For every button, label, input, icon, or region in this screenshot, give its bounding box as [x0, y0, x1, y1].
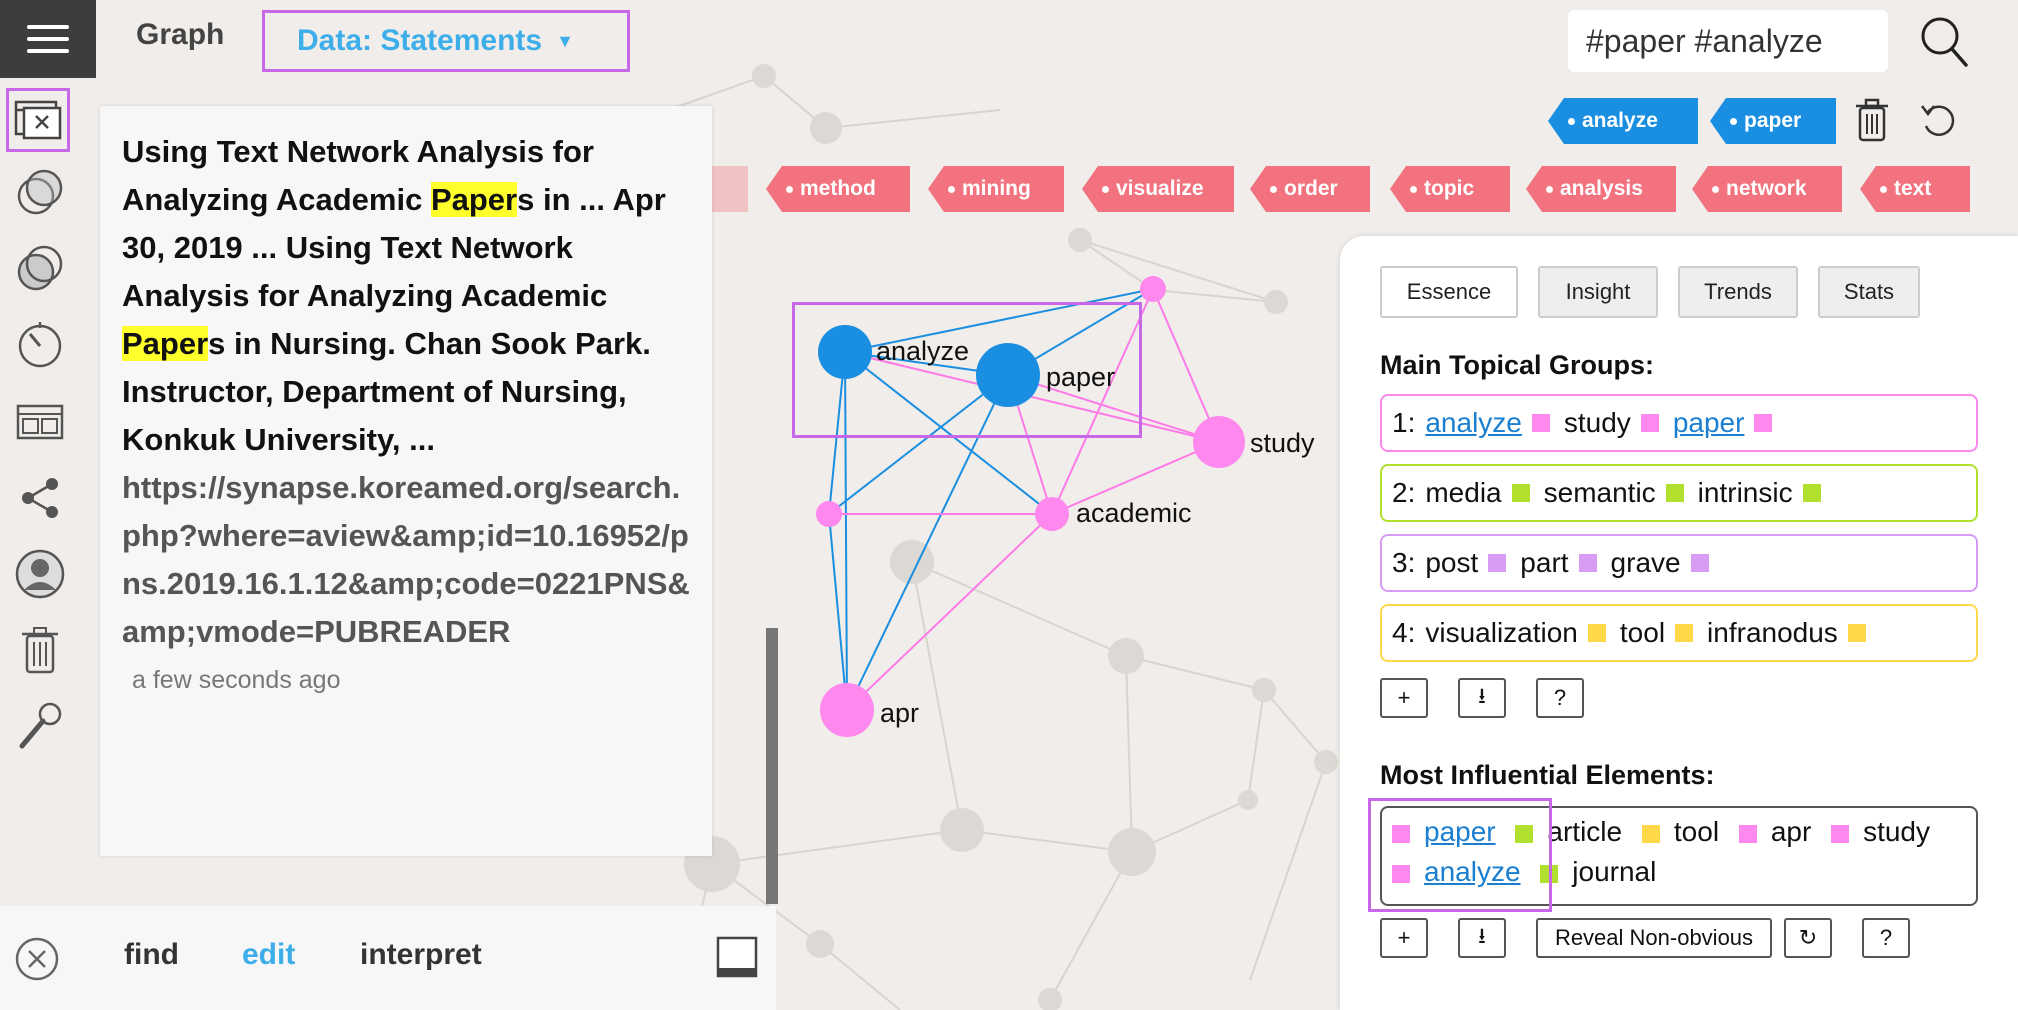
statement-timestamp: a few seconds ago [132, 666, 341, 694]
groups-help-button[interactable]: ? [1536, 678, 1584, 718]
tab-stats[interactable]: Stats [1818, 266, 1920, 318]
compare-circles-icon[interactable] [14, 242, 66, 294]
color-square [1488, 554, 1507, 572]
topical-group-1[interactable]: 1: analyze study paper [1380, 394, 1978, 452]
group-word: infranodus [1707, 617, 1838, 648]
group-word: tool [1619, 617, 1666, 648]
group-word: study [1563, 407, 1631, 438]
caret-down-icon: ▼ [556, 30, 574, 51]
topic-chip-mining[interactable]: mining [928, 166, 1064, 212]
influential-word: article [1547, 816, 1623, 847]
search-input[interactable]: #paper #analyze [1568, 10, 1888, 72]
influential-word: apr [1770, 816, 1812, 847]
node-label-study[interactable]: study [1250, 428, 1315, 459]
color-square [1587, 624, 1606, 642]
influential-word: journal [1572, 856, 1657, 887]
color-square [1578, 554, 1597, 572]
group-word: media [1425, 477, 1502, 508]
tab-graph[interactable]: Graph [136, 18, 224, 52]
topical-group-4[interactable]: 4: visualization tool infranodus [1380, 604, 1978, 662]
group-word: part [1520, 547, 1569, 578]
add-influential-button[interactable]: + [1380, 918, 1428, 958]
overlap-circles-icon[interactable] [14, 166, 66, 218]
most-influential-title: Most Influential Elements: [1380, 760, 1715, 790]
group-word: visualization [1425, 617, 1578, 648]
topic-chip-order[interactable]: order [1250, 166, 1370, 212]
color-square [1847, 624, 1866, 642]
topic-chip-network[interactable]: network [1692, 166, 1842, 212]
tab-essence[interactable]: Essence [1380, 266, 1518, 318]
statement-card[interactable]: Using Text Network Analysis for Analyzin… [100, 106, 712, 856]
topical-group-2[interactable]: 2: media semantic intrinsic [1380, 464, 1978, 522]
tab-trends[interactable]: Trends [1678, 266, 1798, 318]
color-square [1640, 414, 1659, 432]
trash-icon[interactable] [1854, 98, 1890, 142]
statement-url[interactable]: https://synapse.koreamed.org/search.php?… [122, 464, 694, 656]
filter-chip-analyze[interactable]: analyze [1548, 98, 1698, 144]
group-word-link[interactable]: analyze [1425, 407, 1522, 439]
color-square [1802, 484, 1821, 502]
trash-icon[interactable] [14, 624, 66, 676]
color-square [1738, 824, 1757, 843]
microphone-icon[interactable] [14, 700, 66, 752]
color-square [1665, 484, 1684, 502]
influential-word: study [1863, 816, 1931, 847]
color-square [1690, 554, 1709, 572]
influential-word: tool [1673, 816, 1720, 847]
topic-chip-method[interactable]: method [766, 166, 910, 212]
search-highlight: Paper [122, 326, 209, 361]
statements-window-icon[interactable] [6, 88, 70, 152]
influential-selection-box [1368, 798, 1552, 912]
gauge-icon[interactable] [14, 318, 66, 370]
download-influential-button[interactable]: ⭳ [1458, 918, 1506, 958]
main-topical-groups-title: Main Topical Groups: [1380, 350, 1655, 380]
group-word: semantic [1543, 477, 1656, 508]
color-square [1511, 484, 1530, 502]
statement-title: Using Text Network Analysis for Analyzin… [122, 134, 666, 457]
group-word: intrinsic [1697, 477, 1793, 508]
group-word: post [1425, 547, 1479, 578]
topic-chip-topic[interactable]: topic [1390, 166, 1510, 212]
graph-selection-box [792, 302, 1142, 438]
filter-chip-paper[interactable]: paper [1710, 98, 1836, 144]
panel-toggle-icon[interactable] [716, 936, 758, 978]
tab-edit[interactable]: edit [242, 938, 295, 972]
node-label-academic[interactable]: academic [1076, 498, 1192, 529]
topical-group-3[interactable]: 3: post part grave [1380, 534, 1978, 592]
tab-insight[interactable]: Insight [1538, 266, 1658, 318]
refresh-button[interactable]: ↻ [1784, 918, 1832, 958]
node-label-apr[interactable]: apr [880, 698, 919, 729]
layout-grid-icon[interactable] [14, 396, 66, 448]
undo-icon[interactable] [1918, 100, 1960, 140]
add-group-button[interactable]: + [1380, 678, 1428, 718]
color-square [1831, 824, 1850, 843]
topic-chip-analysis[interactable]: analysis [1526, 166, 1676, 212]
scrollbar[interactable] [766, 628, 778, 904]
tab-interpret[interactable]: interpret [360, 938, 482, 972]
user-avatar-icon[interactable] [14, 548, 66, 600]
topic-chip-text[interactable]: text [1860, 166, 1970, 212]
search-highlight: Paper [430, 182, 518, 217]
data-source-select[interactable]: Data: Statements ▼ [262, 10, 630, 72]
search-icon[interactable] [1918, 14, 1970, 70]
download-groups-button[interactable]: ⭳ [1458, 678, 1506, 718]
group-word: grave [1610, 547, 1681, 578]
topic-chip-visualize[interactable]: visualize [1082, 166, 1234, 212]
influential-help-button[interactable]: ? [1862, 918, 1910, 958]
group-word-link[interactable]: paper [1673, 407, 1745, 439]
color-square [1531, 414, 1550, 432]
color-square [1675, 624, 1694, 642]
close-icon[interactable] [14, 936, 60, 982]
color-square [1641, 824, 1660, 843]
analytics-panel: Essence Insight Trends Stats Main Topica… [1340, 236, 2018, 1010]
share-icon[interactable] [14, 472, 66, 524]
hamburger-menu-button[interactable] [0, 0, 96, 78]
color-square [1754, 414, 1773, 432]
data-source-label: Data: Statements [297, 24, 543, 57]
tab-find[interactable]: find [124, 938, 179, 972]
reveal-non-obvious-button[interactable]: Reveal Non-obvious [1536, 918, 1772, 958]
